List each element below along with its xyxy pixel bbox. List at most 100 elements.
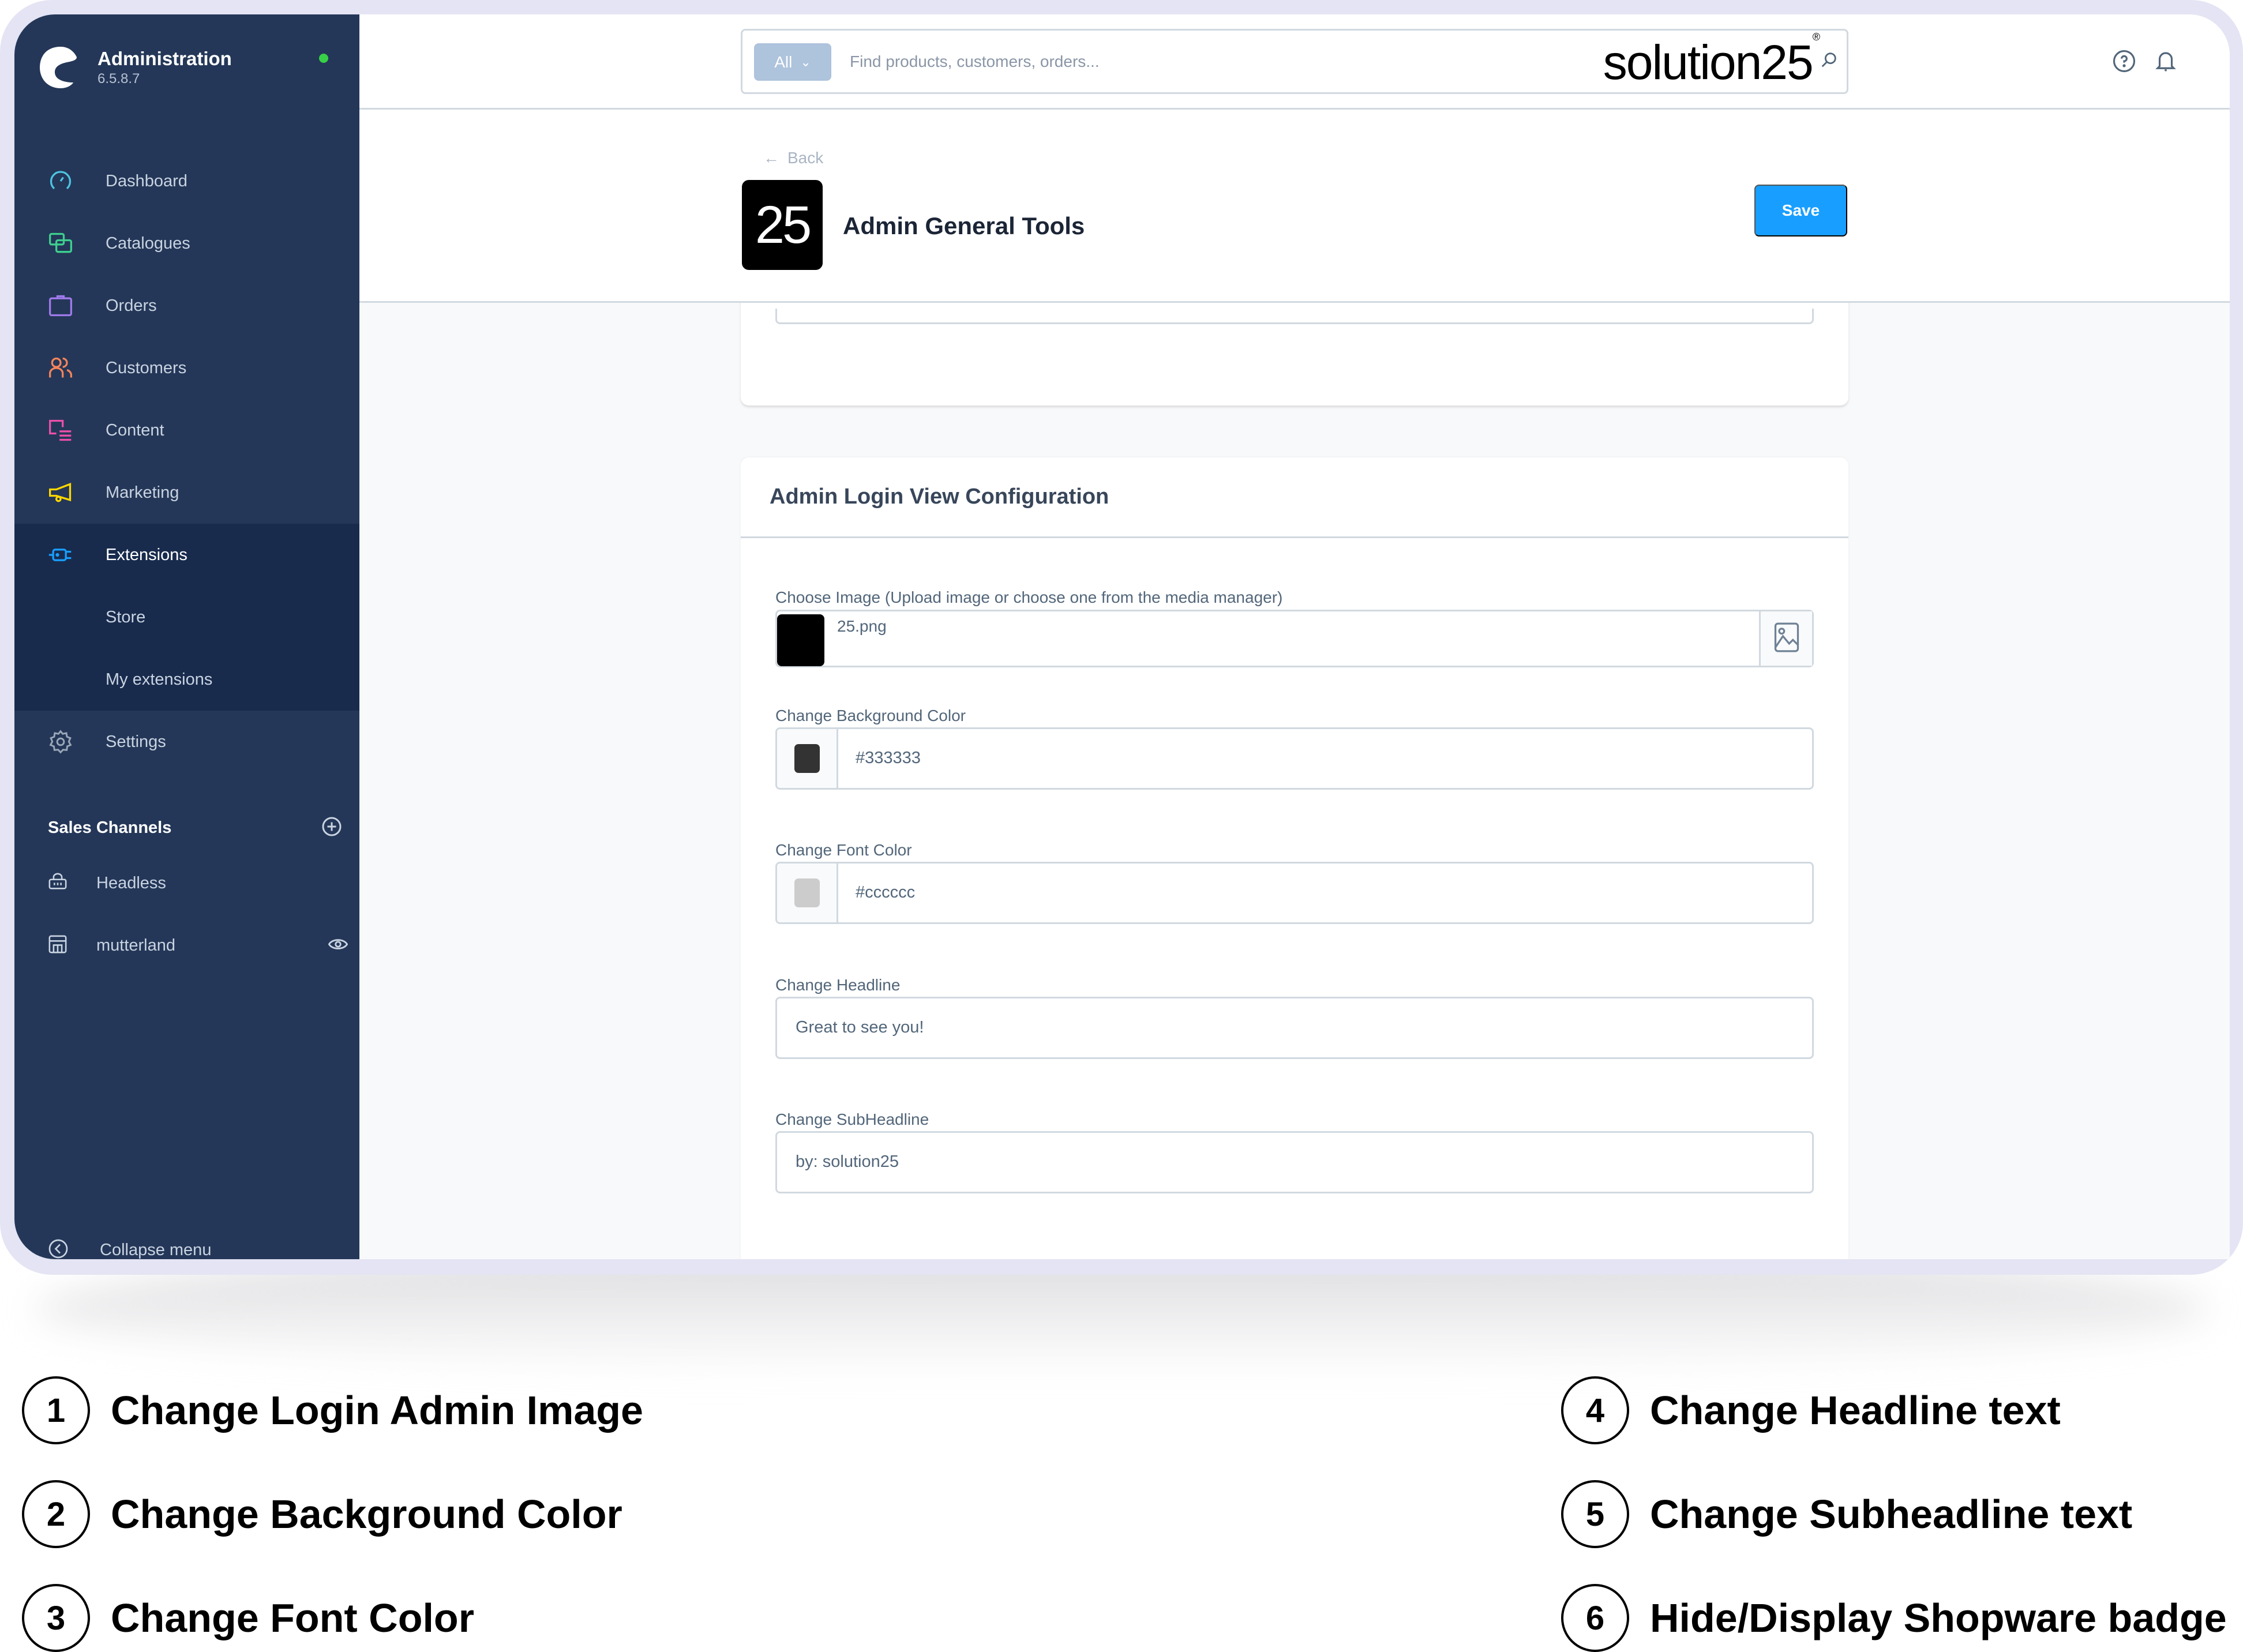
- app-version: 6.5.8.7: [97, 71, 140, 87]
- marketing-icon: [48, 480, 73, 505]
- sidebar-item-label: Marketing: [106, 483, 179, 502]
- sidebar-item-label: Extensions: [106, 545, 187, 564]
- sidebar-item-content[interactable]: Content: [14, 399, 359, 461]
- online-status-dot: [319, 54, 328, 63]
- image-label: Choose Image (Upload image or choose one…: [775, 588, 1283, 606]
- sales-channel-headless[interactable]: Headless: [48, 872, 348, 895]
- sales-channels-title: Sales Channels: [48, 819, 172, 837]
- search-input[interactable]: Find products, customers, orders...: [850, 52, 1100, 71]
- content-icon: [48, 418, 73, 443]
- bg-color-label: Change Background Color: [775, 707, 966, 724]
- sidebar-item-label: Dashboard: [106, 171, 187, 190]
- global-search[interactable]: All ⌄ Find products, customers, orders..…: [741, 29, 1848, 94]
- basket-icon: [48, 872, 67, 895]
- subheadline-input[interactable]: by: solution25: [775, 1131, 1814, 1193]
- annotation-3: 3 Change Font Color: [22, 1584, 474, 1652]
- help-icon[interactable]: [2112, 49, 2136, 76]
- annotation-text: Change Login Admin Image: [111, 1388, 643, 1433]
- annotation-number: 4: [1561, 1376, 1629, 1444]
- annotation-number: 1: [22, 1376, 90, 1444]
- sidebar-item-label: My extensions: [106, 670, 213, 689]
- eye-icon[interactable]: [328, 934, 348, 957]
- sales-channels-header: Sales Channels: [48, 816, 342, 840]
- annotation-text: Change Background Color: [111, 1492, 622, 1537]
- search-icon[interactable]: [1819, 50, 1839, 73]
- font-color-field[interactable]: #cccccc: [775, 862, 1814, 924]
- bg-color-picker[interactable]: [777, 729, 838, 788]
- card-title: Admin Login View Configuration: [770, 485, 1109, 509]
- collapse-menu-button[interactable]: Collapse menu: [48, 1238, 211, 1259]
- customers-icon: [48, 355, 73, 381]
- annotation-text: Change Font Color: [111, 1595, 474, 1640]
- media-manager-button[interactable]: [1759, 611, 1812, 666]
- headline-value: Great to see you!: [796, 1018, 924, 1037]
- shopware-logo-icon: [40, 47, 77, 88]
- sidebar-item-marketing[interactable]: Marketing: [14, 461, 359, 524]
- image-filename: 25.png: [837, 617, 887, 635]
- image-thumbnail: [777, 614, 824, 666]
- main-nav: Dashboard Catalogues Orders Customers Co…: [14, 150, 359, 773]
- bg-color-field[interactable]: #333333: [775, 727, 1814, 790]
- sidebar-item-label: Orders: [106, 296, 157, 315]
- dashboard-icon: [48, 168, 73, 194]
- image-upload-field[interactable]: 25.png: [775, 610, 1814, 667]
- sidebar-item-dashboard[interactable]: Dashboard: [14, 150, 359, 212]
- annotation-number: 2: [22, 1480, 90, 1548]
- sidebar-item-label: Catalogues: [106, 234, 190, 253]
- save-button[interactable]: Save: [1754, 185, 1847, 236]
- sidebar-item-customers[interactable]: Customers: [14, 337, 359, 399]
- annotation-4: 4 Change Headline text: [1561, 1376, 2061, 1444]
- image-icon: [1773, 622, 1800, 655]
- font-color-label: Change Font Color: [775, 841, 912, 859]
- annotation-number: 3: [22, 1584, 90, 1652]
- solution25-watermark: solution25®: [1603, 31, 1820, 89]
- annotation-5: 5 Change Subheadline text: [1561, 1480, 2132, 1548]
- extensions-icon: [48, 542, 73, 568]
- font-color-swatch: [794, 878, 820, 907]
- page-header: ← Back 25 Admin General Tools Save: [359, 110, 2230, 303]
- storefront-icon: [48, 934, 67, 957]
- orders-icon: [48, 293, 73, 318]
- top-bar: All ⌄ Find products, customers, orders..…: [359, 14, 2230, 110]
- sidebar-item-settings[interactable]: Settings: [14, 711, 359, 773]
- card-header: Admin Login View Configuration: [741, 457, 1848, 538]
- sidebar-item-orders[interactable]: Orders: [14, 275, 359, 337]
- sidebar-item-my-extensions[interactable]: My extensions: [14, 648, 359, 711]
- add-sales-channel-icon[interactable]: [321, 816, 342, 840]
- sidebar-item-extensions[interactable]: Extensions: [14, 524, 359, 586]
- catalogues-icon: [48, 231, 73, 256]
- annotation-text: Change Headline text: [1650, 1388, 2061, 1433]
- annotation-6: 6 Hide/Display Shopware badge: [1561, 1584, 2227, 1652]
- sidebar-item-catalogues[interactable]: Catalogues: [14, 212, 359, 275]
- font-color-value: #cccccc: [856, 883, 916, 902]
- page-title: Admin General Tools: [843, 212, 1085, 239]
- sidebar-item-label: Content: [106, 420, 164, 440]
- sidebar-item-label: Settings: [106, 732, 166, 751]
- top-actions: [2112, 49, 2178, 76]
- chevron-down-icon: ⌄: [800, 54, 811, 69]
- headline-input[interactable]: Great to see you!: [775, 997, 1814, 1059]
- admin-login-config-card: Admin Login View Configuration Choose Im…: [741, 457, 1848, 1259]
- brand[interactable]: Administration 6.5.8.7: [37, 44, 232, 91]
- back-link[interactable]: ← Back: [763, 149, 823, 167]
- sidebar-item-label: Store: [106, 607, 146, 626]
- search-type-select[interactable]: All ⌄: [754, 43, 831, 81]
- sidebar: Administration 6.5.8.7 Dashboard Catalog…: [14, 14, 359, 1259]
- bg-color-value: #333333: [856, 749, 921, 767]
- search-type-value: All: [774, 52, 793, 71]
- sales-channel-label: mutterland: [96, 936, 176, 955]
- bg-color-swatch: [794, 744, 820, 773]
- sidebar-item-label: Customers: [106, 358, 187, 377]
- back-label: Back: [787, 149, 824, 167]
- sales-channel-mutterland[interactable]: mutterland: [48, 934, 348, 957]
- font-color-picker[interactable]: [777, 863, 838, 922]
- headline-label: Change Headline: [775, 976, 901, 994]
- bell-icon[interactable]: [2154, 49, 2178, 76]
- annotation-2: 2 Change Background Color: [22, 1480, 622, 1548]
- watermark-text: solution25: [1603, 35, 1814, 89]
- sidebar-item-store[interactable]: Store: [14, 586, 359, 648]
- chevron-left-icon: [48, 1238, 69, 1259]
- annotation-text: Hide/Display Shopware badge: [1650, 1595, 2227, 1640]
- admin-screen: Administration 6.5.8.7 Dashboard Catalog…: [14, 14, 2230, 1259]
- previous-field[interactable]: [775, 309, 1814, 324]
